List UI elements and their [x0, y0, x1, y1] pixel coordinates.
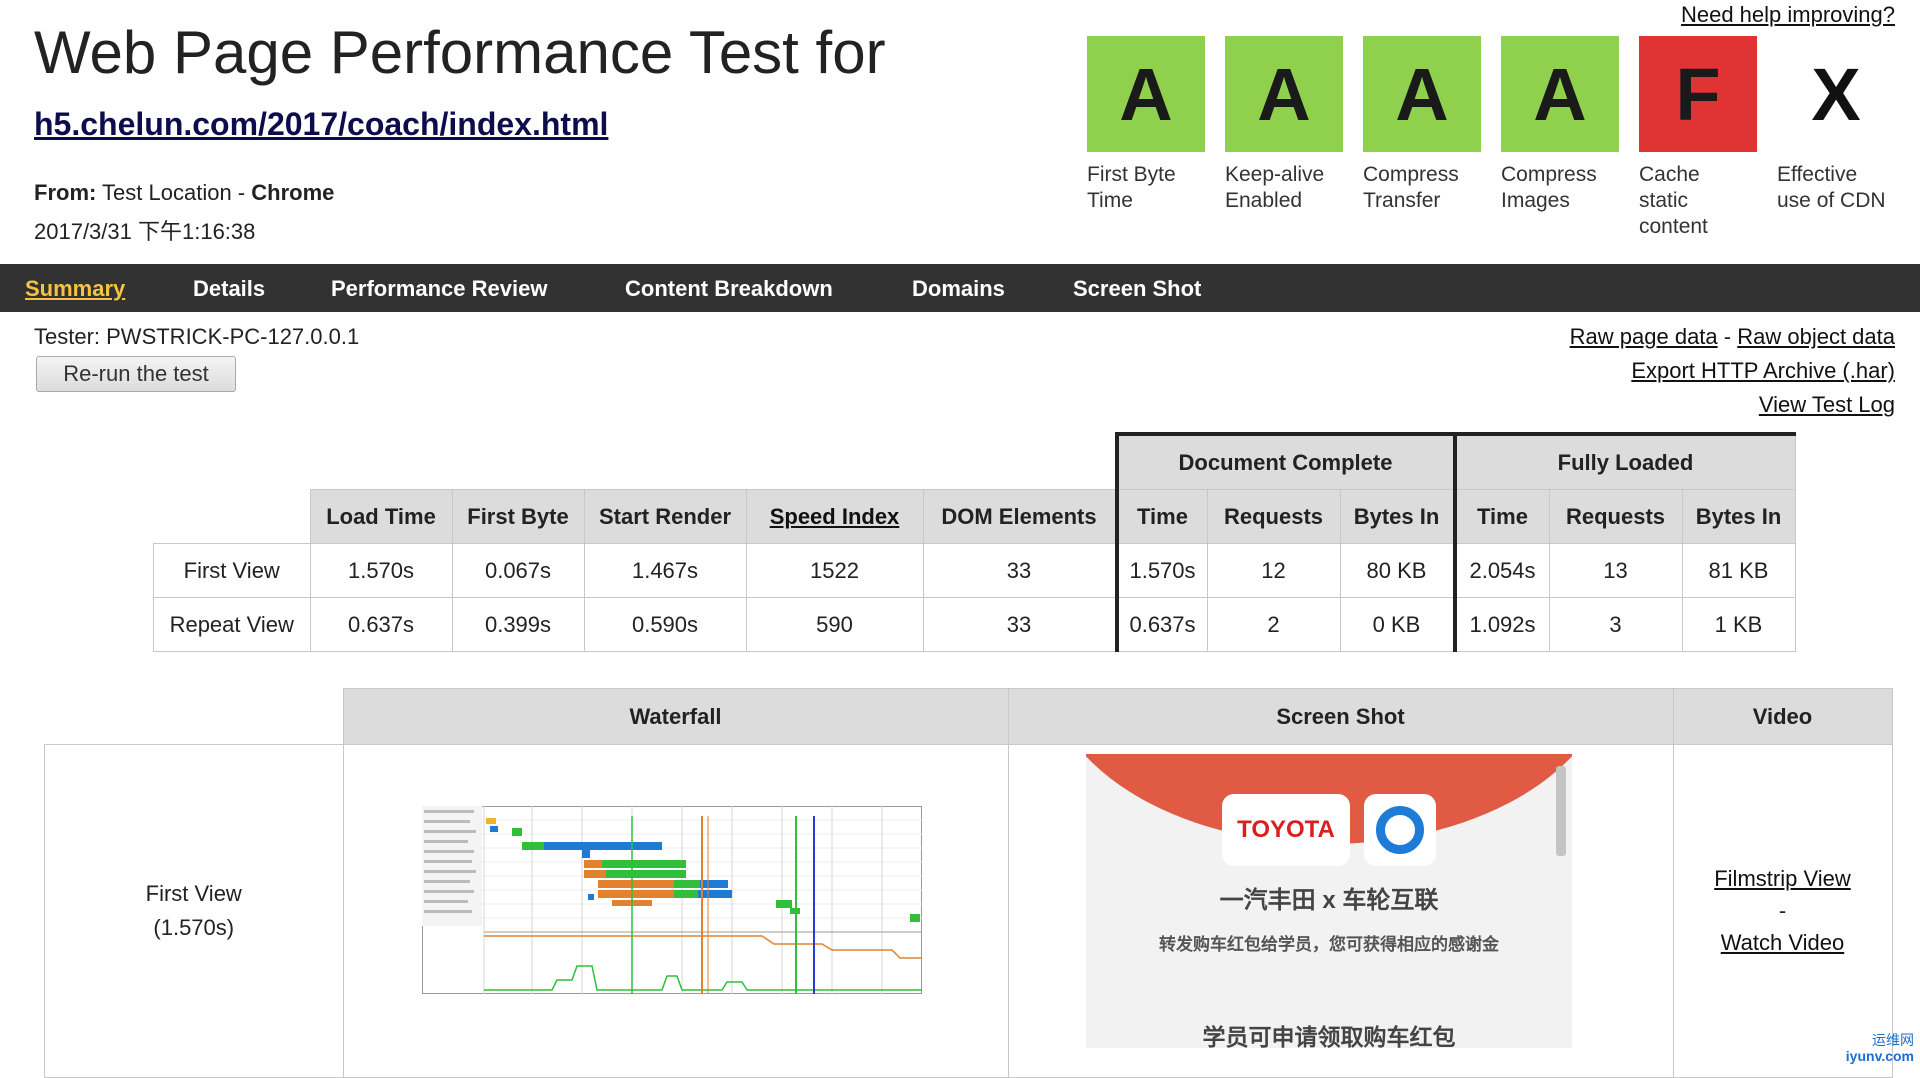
cell: 1522	[745, 543, 924, 598]
cell: 33	[922, 543, 1117, 598]
tab-domains[interactable]: Domains	[912, 276, 1005, 302]
grade-label-compress-transfer: Compress Transfer	[1363, 163, 1459, 212]
table-corner	[45, 689, 344, 745]
col-start-render: Start Render	[583, 489, 747, 544]
grade-first-byte[interactable]: A	[1087, 36, 1205, 152]
raw-data-links: Raw page data - Raw object data	[1570, 324, 1895, 350]
from-label: From:	[34, 180, 97, 205]
first-view-label-cell: First View (1.570s)	[44, 744, 344, 1078]
cell: 2	[1206, 597, 1341, 652]
cell: 0.590s	[583, 597, 747, 652]
tab-content-breakdown[interactable]: Content Breakdown	[625, 276, 833, 302]
col-video: Video	[1672, 688, 1893, 745]
grade-cdn[interactable]: X	[1777, 36, 1895, 152]
col-screen-shot: Screen Shot	[1007, 688, 1674, 745]
video-cell: Filmstrip View - Watch Video	[1672, 744, 1893, 1078]
first-view-label: First View	[145, 881, 242, 906]
app-logo-icon	[1364, 794, 1436, 866]
table-row: First View 1.570s 0.067s 1.467s 1522 33 …	[153, 543, 1796, 598]
tab-performance-review[interactable]: Performance Review	[331, 276, 547, 302]
tab-summary[interactable]: Summary	[25, 276, 125, 302]
cell: 0.637s	[1114, 597, 1208, 652]
watch-video-link[interactable]: Watch Video	[1721, 930, 1845, 955]
cell: 0.399s	[451, 597, 585, 652]
col-speed-index[interactable]: Speed Index	[745, 489, 924, 544]
cell: 12	[1206, 543, 1341, 598]
cell: 1 KB	[1681, 597, 1796, 652]
col-waterfall: Waterfall	[342, 688, 1009, 745]
cell: 3	[1548, 597, 1683, 652]
grade-compress-transfer[interactable]: A	[1363, 36, 1481, 152]
tab-details[interactable]: Details	[193, 276, 265, 302]
speed-index-link[interactable]: Speed Index	[770, 504, 900, 529]
grade-label-keep-alive: Keep-alive Enabled	[1225, 163, 1325, 212]
cell: 80 KB	[1339, 543, 1455, 598]
grade-compress-images[interactable]: A	[1501, 36, 1619, 152]
cell: 1.467s	[583, 543, 747, 598]
view-test-log-link[interactable]: View Test Log	[1759, 392, 1895, 418]
grade-keep-alive[interactable]: A	[1225, 36, 1343, 152]
grade-label-compress-images: Compress Images	[1501, 163, 1597, 212]
toyota-logo: TOYOTA	[1222, 794, 1350, 866]
col-full-bytes: Bytes In	[1681, 489, 1796, 544]
summary-table: Document Complete Fully Loaded Load Time…	[153, 432, 1796, 652]
grade-label-first-byte: First Byte Time	[1087, 163, 1176, 212]
col-full-requests: Requests	[1548, 489, 1683, 544]
header-fully-loaded: Fully Loaded	[1452, 432, 1796, 490]
page-title: Web Page Performance Test for	[34, 19, 886, 86]
results-table: Waterfall Screen Shot Video First View (…	[44, 688, 1893, 1078]
table-row: Repeat View 0.637s 0.399s 0.590s 590 33 …	[153, 597, 1796, 652]
col-dom-elements: DOM Elements	[922, 489, 1117, 544]
waterfall-thumbnail[interactable]	[422, 806, 922, 994]
screenshot-subline: 转发购车红包给学员，您可获得相应的感谢金	[1159, 935, 1499, 954]
table-corner	[154, 490, 311, 544]
cell: 1.570s	[1114, 543, 1208, 598]
cell: 590	[745, 597, 924, 652]
first-view-time: (1.570s)	[153, 915, 235, 940]
video-links-separator: -	[1778, 898, 1787, 923]
filmstrip-view-link[interactable]: Filmstrip View	[1714, 866, 1851, 891]
row-label: First View	[153, 543, 311, 598]
cell: 13	[1548, 543, 1683, 598]
nav-bar: Summary Details Performance Review Conte…	[0, 264, 1920, 312]
col-doc-time: Time	[1114, 489, 1208, 544]
cell: 0.637s	[309, 597, 453, 652]
screenshot-scrollbar	[1556, 766, 1566, 856]
table-spacer	[154, 434, 1117, 490]
test-date: 2017/3/31 下午1:16:38	[34, 219, 256, 244]
raw-page-data-link[interactable]: Raw page data	[1570, 324, 1718, 349]
col-doc-requests: Requests	[1206, 489, 1341, 544]
link-separator: -	[1723, 324, 1732, 349]
cell: 81 KB	[1681, 543, 1796, 598]
tab-screen-shot[interactable]: Screen Shot	[1073, 276, 1201, 302]
cell: 33	[922, 597, 1117, 652]
row-label: Repeat View	[153, 597, 311, 652]
header-document-complete: Document Complete	[1114, 432, 1455, 490]
need-help-link[interactable]: Need help improving?	[1681, 2, 1895, 28]
cell: 1.570s	[309, 543, 453, 598]
export-har-link[interactable]: Export HTTP Archive (.har)	[1631, 358, 1895, 384]
cell: 0.067s	[451, 543, 585, 598]
tested-url-link[interactable]: h5.chelun.com/2017/coach/index.html	[34, 106, 608, 143]
cell: 2.054s	[1452, 543, 1550, 598]
tester-info: Tester: PWSTRICK-PC-127.0.0.1	[34, 324, 360, 349]
col-first-byte: First Byte	[451, 489, 585, 544]
col-doc-bytes: Bytes In	[1339, 489, 1455, 544]
grade-label-cdn: Effective use of CDN	[1777, 163, 1886, 212]
rerun-test-button[interactable]: Re-run the test	[36, 356, 236, 392]
screenshot-headline: 一汽丰田 x 车轮互联	[1219, 887, 1439, 914]
from-location: Test Location -	[102, 180, 246, 205]
grade-label-cache-static: Cache static content	[1639, 163, 1708, 238]
page-screenshot-thumbnail[interactable]: TOYOTA 一汽丰田 x 车轮互联 转发购车红包给学员，您可获得相应的感谢金 …	[1086, 754, 1572, 1048]
col-load-time: Load Time	[309, 489, 453, 544]
grade-cache-static[interactable]: F	[1639, 36, 1757, 152]
col-full-time: Time	[1452, 489, 1550, 544]
raw-object-data-link[interactable]: Raw object data	[1737, 324, 1895, 349]
test-from: From: Test Location - Chrome	[34, 180, 334, 206]
screenshot-callout: 学员可申请领取购车红包	[1202, 1024, 1456, 1048]
watermark: 运维网 iyunv.com	[1845, 1032, 1914, 1064]
cell: 1.092s	[1452, 597, 1550, 652]
from-browser: Chrome	[251, 180, 335, 205]
cell: 0 KB	[1339, 597, 1455, 652]
